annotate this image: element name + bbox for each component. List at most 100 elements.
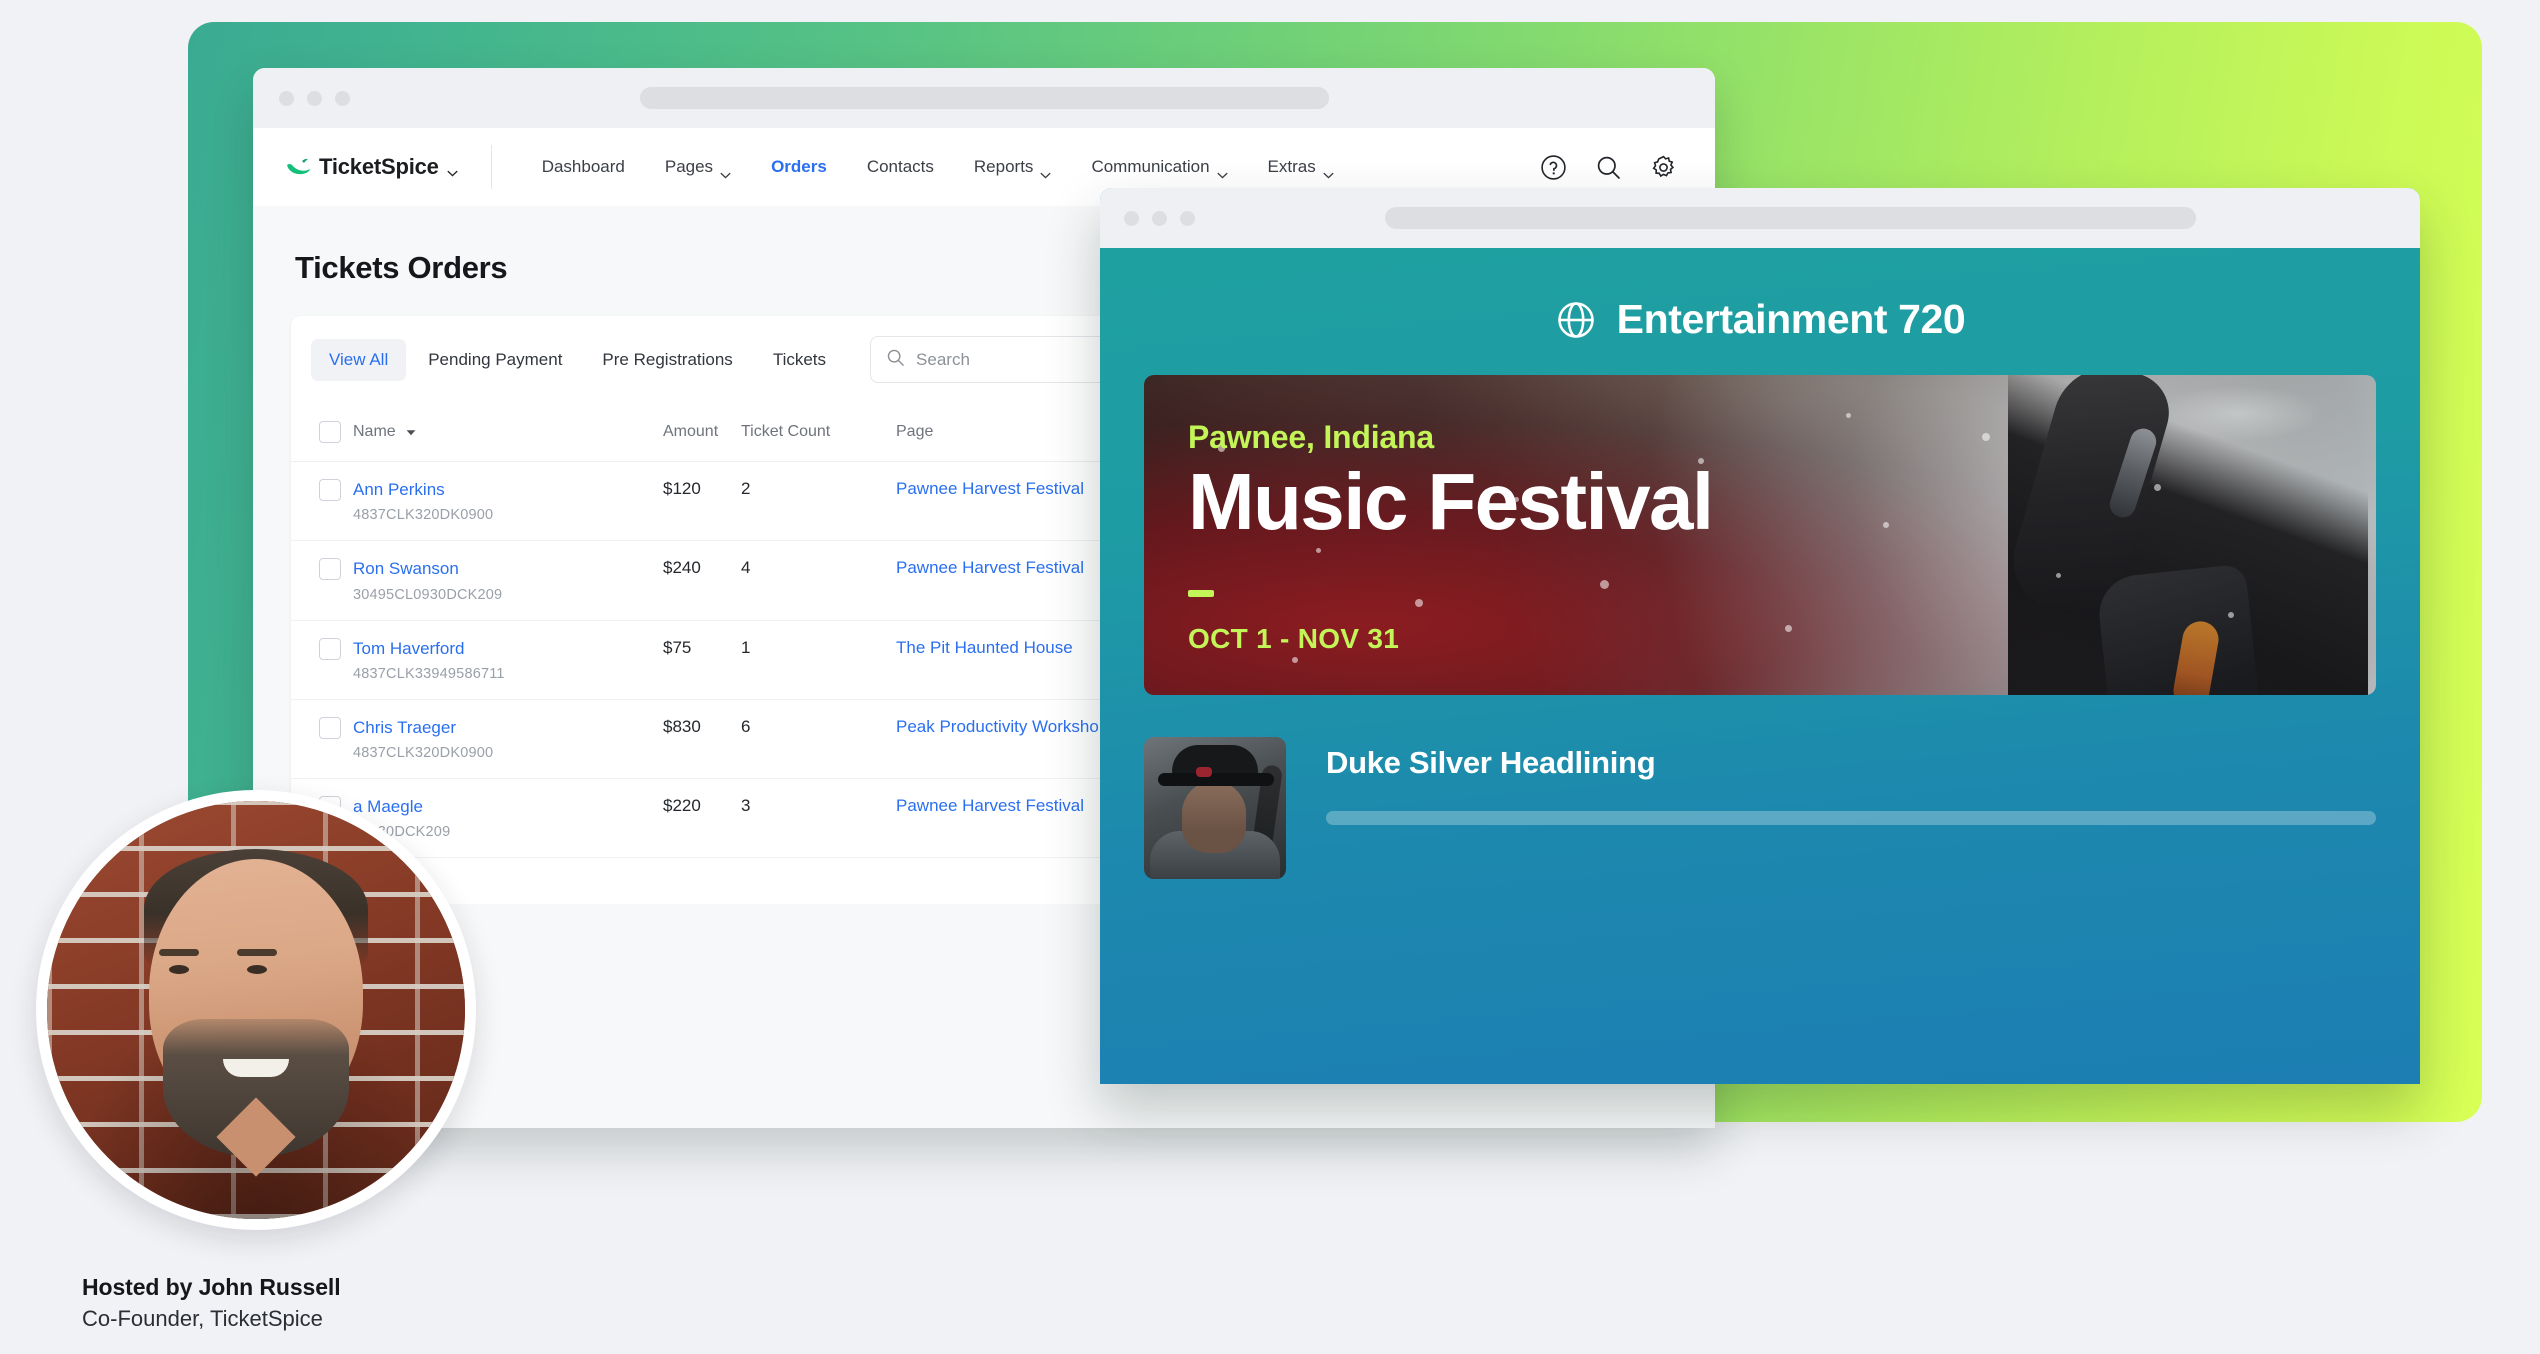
gear-icon[interactable] — [1650, 154, 1677, 181]
column-header-name[interactable]: Name — [353, 403, 663, 462]
nav-item-reports[interactable]: Reports — [954, 147, 1072, 187]
row-name-cell: Ann Perkins 4837CLK320DK0900 — [353, 462, 663, 541]
presenter-caption: Hosted by John Russell Co-Founder, Ticke… — [82, 1274, 642, 1332]
hero-accent-rule — [1188, 590, 1214, 597]
avatar-eye-left — [169, 965, 189, 974]
event-browser-window: Entertainment 720 — [1100, 188, 2420, 1084]
address-bar[interactable] — [1385, 207, 2196, 229]
chevron-down-icon — [1323, 164, 1334, 171]
customer-name-link[interactable]: Ron Swanson — [353, 558, 663, 579]
window-close-dot[interactable] — [279, 91, 294, 106]
window-minimize-dot[interactable] — [307, 91, 322, 106]
avatar-shirt — [116, 1097, 396, 1230]
globe-icon — [1555, 299, 1597, 341]
chevron-down-icon — [1040, 164, 1051, 171]
nav-item-list: Dashboard Pages Orders Contacts Reports — [522, 147, 1354, 187]
row-select-cell — [291, 462, 353, 541]
order-amount: $120 — [663, 479, 701, 498]
chili-pepper-logo-icon — [285, 156, 311, 178]
nav-item-contacts[interactable]: Contacts — [847, 147, 954, 187]
column-label: Amount — [663, 423, 718, 440]
order-amount: $75 — [663, 638, 691, 657]
row-amount-cell: $220 — [663, 779, 741, 858]
hero-headline: Music Festival — [1188, 460, 1712, 545]
admin-window-chrome — [253, 68, 1715, 128]
tab-tickets[interactable]: Tickets — [755, 339, 844, 381]
tab-label: Pre Registrations — [602, 350, 732, 369]
tab-label: Tickets — [773, 350, 826, 369]
row-count-cell: 6 — [741, 699, 896, 778]
tab-pre-registrations[interactable]: Pre Registrations — [584, 339, 750, 381]
row-count-cell: 3 — [741, 779, 896, 858]
saxophone-player-photo — [1144, 737, 1286, 879]
hat-brim-shape — [1158, 773, 1274, 786]
column-header-amount[interactable]: Amount — [663, 403, 741, 462]
event-page-link[interactable]: Peak Productivity Workshop — [896, 717, 1108, 736]
column-header-ticket-count[interactable]: Ticket Count — [741, 403, 896, 462]
row-amount-cell: $120 — [663, 462, 741, 541]
address-bar[interactable] — [640, 87, 1329, 109]
column-label: Page — [896, 423, 933, 440]
nav-item-dashboard[interactable]: Dashboard — [522, 147, 645, 187]
event-page-link[interactable]: Pawnee Harvest Festival — [896, 479, 1084, 498]
tab-view-all[interactable]: View All — [311, 339, 406, 381]
nav-item-label: Pages — [665, 157, 713, 177]
event-page-body: Entertainment 720 — [1100, 248, 2420, 1084]
event-page-link[interactable]: The Pit Haunted House — [896, 638, 1073, 657]
chevron-down-icon — [720, 164, 731, 171]
customer-name-link[interactable]: Tom Haverford — [353, 638, 663, 659]
brand-logo-group[interactable]: TicketSpice — [285, 154, 492, 180]
row-amount-cell: $75 — [663, 620, 741, 699]
row-checkbox[interactable] — [319, 479, 341, 501]
row-checkbox[interactable] — [319, 717, 341, 739]
avatar-smile — [223, 1059, 289, 1077]
search-icon[interactable] — [1595, 154, 1622, 181]
event-page-link[interactable]: Pawnee Harvest Festival — [896, 558, 1084, 577]
window-traffic-lights — [1124, 211, 1195, 226]
nav-item-label: Extras — [1268, 157, 1316, 177]
help-circle-icon[interactable] — [1540, 154, 1567, 181]
tab-pending-payment[interactable]: Pending Payment — [410, 339, 580, 381]
tab-label: View All — [329, 350, 388, 369]
nav-item-orders[interactable]: Orders — [751, 147, 847, 187]
avatar-brow-right — [237, 949, 277, 956]
act-face-shape — [1182, 781, 1246, 853]
ticket-count: 2 — [741, 479, 750, 498]
nav-item-communication[interactable]: Communication — [1071, 147, 1247, 187]
order-code: 4837CLK320DK0900 — [353, 745, 663, 761]
avatar-brow-left — [159, 949, 199, 956]
select-all-checkbox[interactable] — [319, 421, 341, 443]
search-icon — [886, 348, 905, 372]
presenter-name: Hosted by John Russell — [82, 1274, 642, 1301]
row-count-cell: 4 — [741, 541, 896, 620]
customer-name-link[interactable]: Ann Perkins — [353, 479, 663, 500]
nav-item-extras[interactable]: Extras — [1248, 147, 1354, 187]
nav-item-pages[interactable]: Pages — [645, 147, 751, 187]
chevron-down-icon — [447, 164, 458, 171]
event-brand-header: Entertainment 720 — [1144, 248, 2376, 375]
window-traffic-lights — [279, 91, 350, 106]
event-page-link[interactable]: Pawnee Harvest Festival — [896, 796, 1084, 815]
order-code: 4837CLK320DK0900 — [353, 507, 663, 523]
row-amount-cell: $830 — [663, 699, 741, 778]
triangle-down-icon — [406, 423, 416, 440]
presenter-headshot-avatar — [36, 790, 476, 1230]
headliner-row[interactable]: Duke Silver Headlining — [1144, 737, 2376, 879]
row-name-cell: Ron Swanson 30495CL0930DCK209 — [353, 541, 663, 620]
ticket-count: 4 — [741, 558, 750, 577]
window-minimize-dot[interactable] — [1152, 211, 1167, 226]
order-amount: $240 — [663, 558, 701, 577]
hero-text-block: Pawnee, Indiana Music Festival OCT 1 - N… — [1188, 419, 1712, 655]
column-label: Ticket Count — [741, 423, 830, 440]
nav-item-label: Orders — [771, 157, 827, 177]
event-title: Entertainment 720 — [1617, 296, 1966, 343]
window-maximize-dot[interactable] — [335, 91, 350, 106]
event-window-chrome — [1100, 188, 2420, 248]
window-close-dot[interactable] — [1124, 211, 1139, 226]
customer-name-link[interactable]: Chris Traeger — [353, 717, 663, 738]
row-checkbox[interactable] — [319, 558, 341, 580]
hero-kicker: Pawnee, Indiana — [1188, 419, 1712, 456]
row-checkbox[interactable] — [319, 638, 341, 660]
window-maximize-dot[interactable] — [1180, 211, 1195, 226]
nav-item-label: Dashboard — [542, 157, 625, 177]
